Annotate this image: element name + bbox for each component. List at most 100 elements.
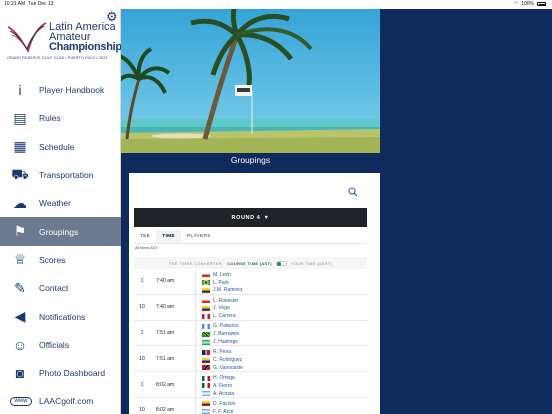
player-entry: M. León: [202, 271, 242, 279]
colombia-flag-icon: [202, 305, 210, 311]
caret-down-icon: ▼: [263, 214, 270, 221]
player-entry: D. Faccini: [202, 400, 235, 408]
player-name-link[interactable]: L. Carrera: [213, 313, 236, 319]
gear-icon[interactable]: ⚙: [106, 10, 118, 23]
player-name-link[interactable]: J.M. Ramirez: [213, 287, 242, 293]
speaker-icon: ◀: [14, 308, 26, 325]
player-entry: L. Roessler: [202, 297, 238, 305]
player-name-link[interactable]: G. Palacios: [213, 323, 239, 329]
sidebar-item-label: Notifications: [39, 311, 86, 322]
player-entry: L. Park: [202, 279, 242, 287]
sidebar-item-label: Contact: [39, 283, 69, 294]
sidebar-item-contact[interactable]: ✎ Contact: [0, 274, 121, 302]
sidebar-item-label: Officials: [39, 339, 70, 350]
logo-swoosh-icon: [7, 22, 47, 53]
status-time: 10:21 AM Tue Dec 13: [4, 1, 54, 7]
column-divider: [195, 372, 196, 397]
player-entry: F. F. Arce: [202, 408, 235, 414]
time-toggle[interactable]: [275, 260, 287, 266]
player-name-link[interactable]: H. Ortega: [213, 375, 235, 381]
player-name-link[interactable]: M. León: [213, 272, 231, 278]
sidebar-item-schedule[interactable]: ▦ Schedule: [0, 133, 121, 161]
converter-label: TEE TIMES CONVERTER:: [168, 260, 224, 266]
tab-players[interactable]: PLAYERS: [181, 230, 217, 243]
groupings-card: ROUND 4 ▼ TEE TIME PLAYERS All times AST…: [129, 173, 380, 414]
player-list: L. Roessler J. Vega L. Carrera: [202, 297, 238, 320]
jamaica-flag-icon: [202, 331, 210, 337]
sidebar-item-weather[interactable]: ☁ Weather: [0, 189, 121, 217]
car-icon: ⛟: [11, 165, 29, 182]
player-name-link[interactable]: J. Vega: [213, 305, 230, 311]
info-icon: i: [18, 82, 22, 99]
brazil-flag-icon: [202, 280, 210, 286]
player-name-link[interactable]: F. F. Arce: [213, 409, 234, 414]
round-selector[interactable]: ROUND 4 ▼: [134, 208, 367, 227]
tab-time[interactable]: TIME: [156, 230, 181, 243]
sidebar-nav: i Player Handbook ▤ Rules ▦ Schedule ⛟ Transpor…: [0, 76, 121, 414]
event-logo: Latin America Amateur Championship GRAND…: [5, 13, 122, 73]
sidebar-item-notifications[interactable]: ◀ Notifications: [0, 302, 121, 330]
status-bar: 10:21 AM Tue Dec 13 ◠ 100%: [0, 0, 552, 9]
player-name-link[interactable]: L. Roessler: [213, 298, 238, 304]
people-icon: ☺: [12, 336, 28, 353]
course-time-option[interactable]: COURSE TIME (AST): [227, 261, 272, 266]
player-entry: J. Hastings: [202, 338, 239, 346]
player-name-link[interactable]: G. Vanoosste: [213, 365, 243, 371]
table-row: 1 8:02 am H. Ortega A. Fierro A. Acosta: [134, 372, 367, 398]
player-list: H. Ortega A. Fierro A. Acosta: [202, 374, 235, 397]
table-row: 10 8:02 am D. Faccini F. F. Arce: [134, 397, 367, 414]
column-divider: [195, 346, 196, 372]
colombia-flag-icon: [202, 357, 210, 363]
sidebar-item-scores[interactable]: ♕ Scores: [0, 246, 121, 274]
column-divider: [195, 320, 196, 346]
player-entry: R. Pena: [202, 348, 243, 356]
tee-number: 1: [140, 381, 144, 388]
camera-icon: ◙: [15, 365, 25, 382]
weather-icon: ☁: [13, 194, 27, 211]
sidebar-item-rules[interactable]: ▤ Rules: [0, 104, 121, 132]
player-name-link[interactable]: J. Burrowes: [213, 331, 239, 337]
table-row: 1 7:40 am M. León L. Park J.M. Ramirez: [134, 269, 367, 295]
hero-image: [121, 9, 380, 153]
sidebar-item-officials[interactable]: ☺ Officials: [0, 331, 121, 359]
sidebar-item-player-handbook[interactable]: i Player Handbook: [0, 76, 121, 104]
tee-time: 7:40 am: [156, 278, 175, 285]
flag-icon: ⚑: [13, 223, 27, 240]
player-name-link[interactable]: A. Acosta: [213, 391, 234, 397]
sidebar-item-groupings[interactable]: ⚑ Groupings: [0, 217, 121, 246]
sidebar-item-laacgolf-com[interactable]: www LAACgolf.com: [0, 387, 121, 414]
status-right: ◠ 100%: [514, 1, 546, 7]
sidebar-item-label: Rules: [39, 113, 61, 124]
argentina-flag-icon: [202, 391, 210, 397]
your-time-option[interactable]: YOUR TIME (AEST): [291, 261, 332, 266]
player-name-link[interactable]: A. Fierro: [213, 383, 232, 389]
beach-palm-illustration: [121, 9, 380, 153]
tee-time: 8:02 am: [156, 407, 175, 414]
player-name-link[interactable]: R. Pena: [213, 349, 231, 355]
battery-icon: [537, 2, 546, 6]
player-name-link[interactable]: L. Park: [213, 280, 229, 286]
player-name-link[interactable]: C. Rodriguez: [213, 357, 242, 363]
player-name-link[interactable]: J. Hastings: [213, 339, 238, 345]
sidebar-item-transportation[interactable]: ⛟ Transportation: [0, 161, 121, 189]
trinidad-flag-icon: [202, 365, 210, 371]
tab-tee[interactable]: TEE: [134, 230, 156, 243]
column-divider: [195, 269, 196, 294]
player-entry: J. Vega: [202, 305, 238, 313]
sidebar-item-photo-dashboard[interactable]: ◙ Photo Dashboard: [0, 359, 121, 387]
logo-subtitle: GRAND RESERVE GOLF CLUB • PUERTO RICO • …: [7, 56, 108, 60]
player-name-link[interactable]: D. Faccini: [213, 401, 235, 407]
player-entry: L. Carrera: [202, 312, 238, 320]
round-label: ROUND 4: [231, 214, 261, 221]
chile-flag-icon: [202, 272, 210, 278]
search-icon[interactable]: [348, 184, 358, 197]
page-title: Groupings: [230, 155, 271, 165]
tee-number: 10: [139, 355, 145, 362]
colombia-flag-icon: [202, 401, 210, 407]
tee-number: 1: [140, 278, 144, 285]
document-icon: ▤: [13, 109, 27, 126]
player-entry: G. Palacios: [202, 323, 239, 331]
tee-time: 7:51 am: [156, 355, 175, 362]
colombia-flag-icon: [202, 287, 210, 293]
player-list: R. Pena C. Rodriguez G. Vanoosste: [202, 348, 243, 371]
